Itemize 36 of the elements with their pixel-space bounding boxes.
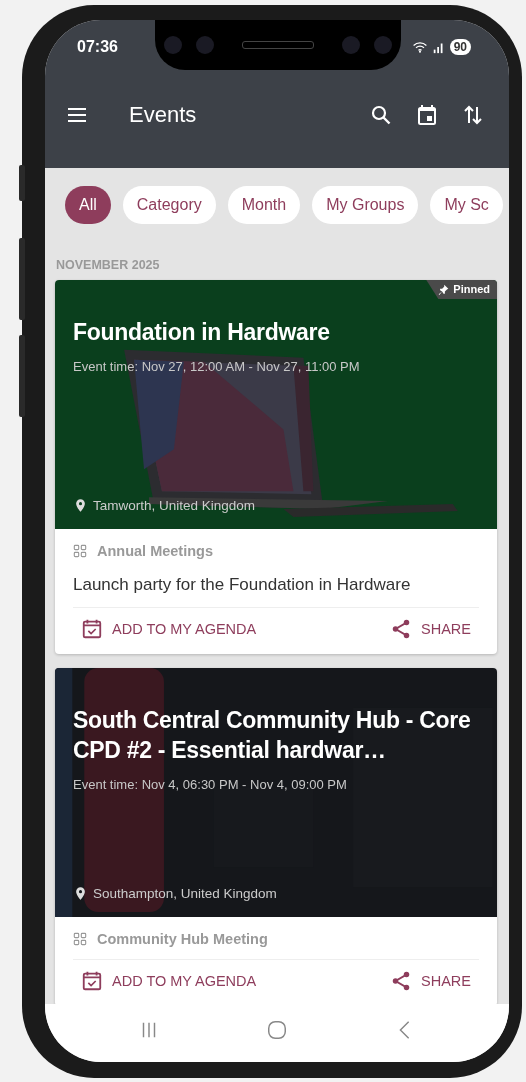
category-icon: [73, 932, 87, 946]
event-category: Community Hub Meeting: [97, 931, 268, 947]
event-card[interactable]: Pinned Foundation in Hardware Event time: Nov 27, 12:00 AM - Nov 27, 11:00 PM Tamworth, United Kingdom Annual Meetings Launch party for the Foundation in Hardware ADD TO MY AGENDA SHARE: [55, 280, 497, 654]
event-location: Southampton, United Kingdom: [93, 886, 277, 901]
status-time: 07:36: [77, 38, 118, 56]
event-location: Tamworth, United Kingdom: [93, 498, 256, 513]
calendar-icon[interactable]: [415, 103, 439, 127]
add-to-agenda-button[interactable]: ADD TO MY AGENDA: [73, 966, 265, 996]
filter-chip[interactable]: My Sc: [430, 186, 503, 224]
app-title: Events: [129, 102, 197, 128]
pin-icon: [438, 283, 450, 295]
calendar-check-icon: [81, 970, 103, 992]
event-time: Event time: Nov 27, 12:00 AM - Nov 27, 11:00 PM: [73, 358, 361, 374]
section-heading: NOVEMBER 2025: [55, 257, 161, 274]
battery-level: 90: [449, 39, 471, 55]
calendar-check-icon: [81, 618, 103, 640]
category-icon: [73, 544, 87, 558]
wifi-icon: [411, 40, 428, 54]
event-category: Annual Meetings: [97, 543, 213, 559]
event-time: Event time: Nov 4, 06:30 PM - Nov 4, 09:00 PM: [73, 776, 348, 792]
event-title: South Central Community Hub - Core CPD #2 - Essential hardwar…: [73, 706, 472, 765]
event-card[interactable]: South Central Community Hub - Core CPD #2 - Essential hardwar… Event time: Nov 4, 06:30 PM - Nov 4, 09:00 PM Southampton, United Kingdom Community Hub Meeting ADD TO MY AGENDA SHARE: [55, 668, 497, 1004]
location-pin-icon: [73, 886, 88, 901]
event-title: Foundation in Hardware: [73, 318, 331, 347]
filter-chip[interactable]: My Groups: [312, 186, 419, 224]
share-button[interactable]: SHARE: [382, 966, 479, 996]
pinned-label: Pinned: [453, 283, 490, 295]
home-icon[interactable]: [266, 1019, 288, 1041]
add-to-agenda-button[interactable]: ADD TO MY AGENDA: [73, 614, 265, 644]
search-icon[interactable]: [369, 103, 393, 127]
filter-chip[interactable]: All: [65, 186, 111, 224]
location-pin-icon: [73, 498, 88, 513]
filter-chip[interactable]: Month: [227, 186, 301, 224]
share-button[interactable]: SHARE: [382, 614, 479, 644]
filter-chip[interactable]: Category: [122, 186, 216, 224]
event-description: Launch party for the Foundation in Hardware: [73, 574, 412, 596]
